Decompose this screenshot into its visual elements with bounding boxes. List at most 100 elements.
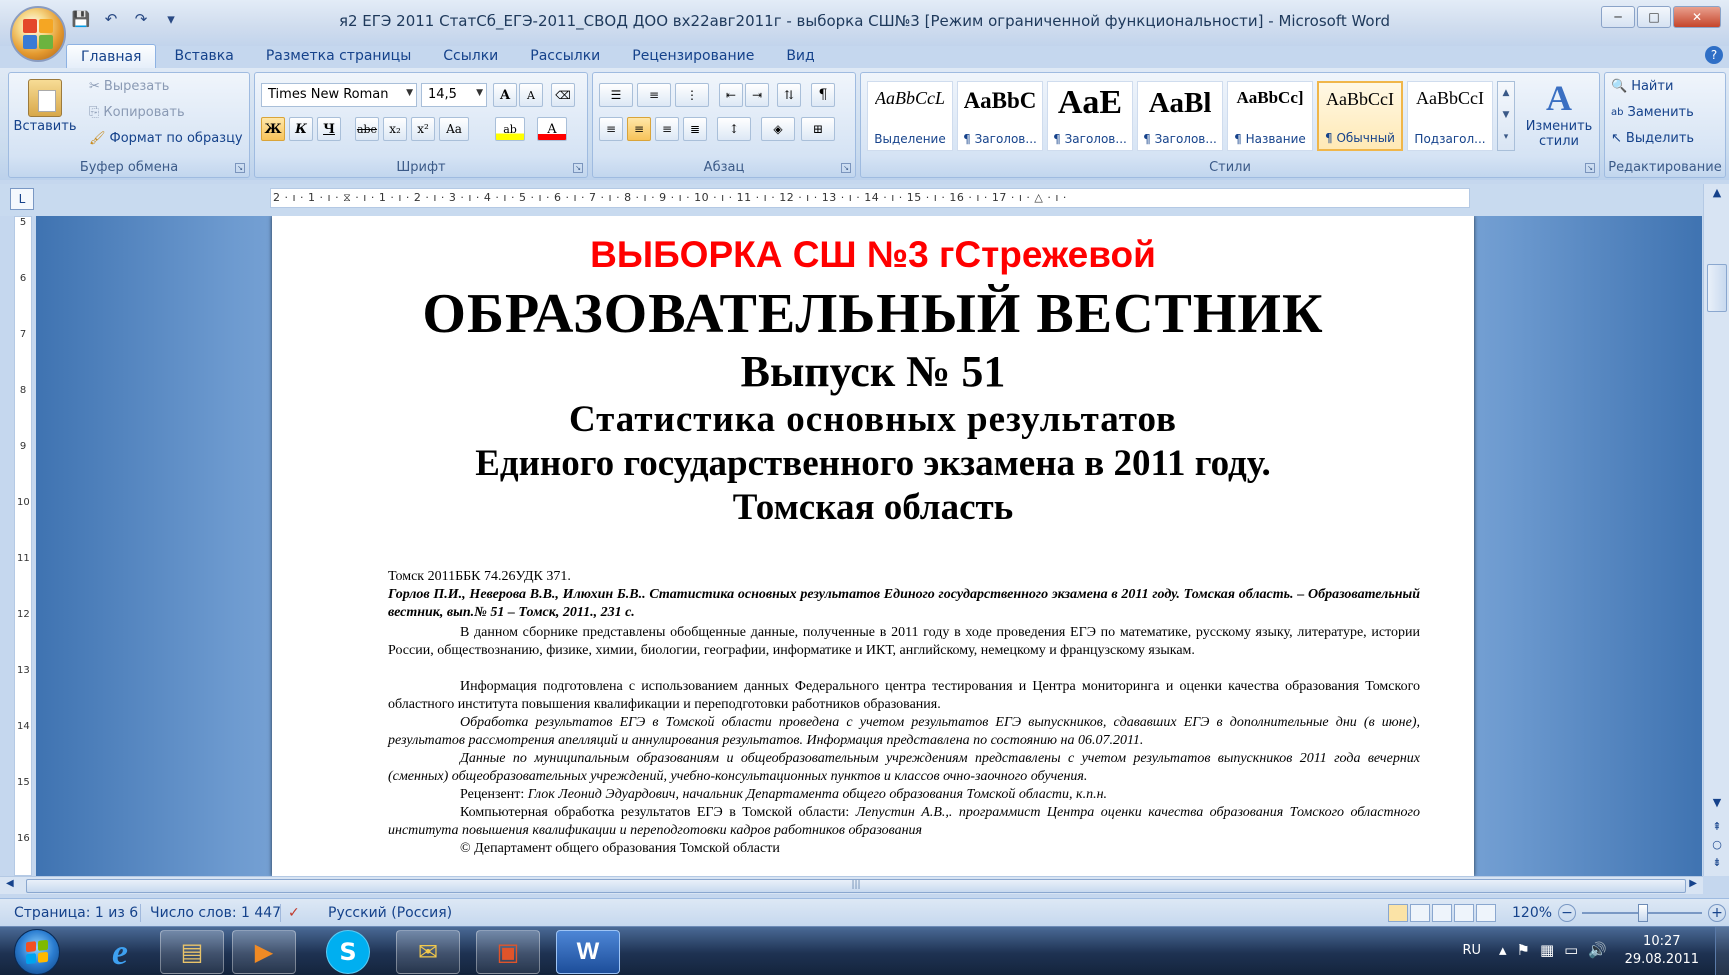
shrink-font-button[interactable]: A [519, 83, 543, 107]
full-screen-view-button[interactable] [1410, 904, 1430, 922]
change-case-button[interactable]: Aa [439, 117, 469, 141]
line-spacing-button[interactable]: ↕ [717, 117, 751, 141]
vertical-scrollbar[interactable]: ▲ ▼ ⇞ ○ ⇟ [1703, 184, 1729, 876]
browse-object-icon[interactable]: ○ [1704, 838, 1729, 851]
next-page-icon[interactable]: ⇟ [1704, 856, 1729, 869]
clear-format-button[interactable]: ⌫ [551, 83, 575, 107]
keyboard-language[interactable]: RU [1462, 943, 1481, 958]
document-page[interactable]: ВЫБОРКА СШ №3 гСтрежевой ОБРАЗОВАТЕЛЬНЫЙ… [272, 216, 1474, 876]
paragraph-launcher-icon[interactable]: ↘ [841, 163, 851, 173]
tab-insert[interactable]: Вставка [160, 44, 247, 70]
change-styles-button[interactable]: A Изменить стили [1521, 79, 1597, 149]
font-launcher-icon[interactable]: ↘ [573, 163, 583, 173]
zoom-out-button[interactable]: − [1558, 904, 1576, 922]
shading-button[interactable]: ◈ [761, 117, 795, 141]
zoom-slider-thumb[interactable] [1638, 904, 1648, 922]
style-emphasis[interactable]: AaBbCcL Выделение [867, 81, 953, 151]
tab-selector[interactable]: L [10, 188, 34, 210]
tab-mailings[interactable]: Рассылки [516, 44, 614, 70]
style-subtitle[interactable]: AaBbCcI Подзагол... [1407, 81, 1493, 151]
zoom-level[interactable]: 120% [1512, 905, 1552, 921]
network-icon[interactable]: ▦ [1540, 941, 1554, 959]
font-color-button[interactable]: A [537, 117, 567, 141]
vertical-ruler[interactable]: 5 6 7 8 9 10 11 12 13 14 15 16 [14, 216, 32, 876]
word-count[interactable]: Число слов: 1 447 [150, 905, 281, 921]
justify-button[interactable]: ≣ [683, 117, 707, 141]
close-button[interactable]: ✕ [1673, 6, 1721, 28]
bold-button[interactable]: Ж [261, 117, 285, 141]
vertical-scroll-thumb[interactable] [1707, 264, 1727, 312]
find-button[interactable]: 🔍 Найти [1611, 79, 1673, 94]
language-indicator[interactable]: Русский (Россия) [328, 905, 452, 921]
strikethrough-button[interactable]: abe [355, 117, 379, 141]
show-hidden-icon[interactable]: ▴ [1499, 941, 1507, 959]
font-name-combo[interactable]: Times New Roman ▼ [261, 83, 417, 107]
tab-page-layout[interactable]: Разметка страницы [252, 44, 425, 70]
scroll-up-icon[interactable]: ▲ [1704, 186, 1729, 199]
horizontal-scroll-thumb[interactable]: ||| [26, 879, 1686, 893]
bullets-button[interactable]: ☰ [599, 83, 633, 107]
select-button[interactable]: ↖ Выделить [1611, 131, 1694, 146]
display-icon[interactable]: ▭ [1564, 941, 1578, 959]
minimize-button[interactable]: ─ [1601, 6, 1635, 28]
zoom-in-button[interactable]: + [1708, 904, 1726, 922]
tab-references[interactable]: Ссылки [429, 44, 512, 70]
subscript-button[interactable]: x₂ [383, 117, 407, 141]
page-counter[interactable]: Страница: 1 из 6 [14, 905, 138, 921]
styles-launcher-icon[interactable]: ↘ [1585, 163, 1595, 173]
scroll-left-icon[interactable]: ◀ [6, 878, 14, 889]
increase-indent-button[interactable]: ⇥ [745, 83, 769, 107]
multilevel-list-button[interactable]: ⋮ [675, 83, 709, 107]
scroll-down-icon[interactable]: ▼ [1704, 796, 1729, 809]
start-button[interactable] [14, 929, 60, 975]
maximize-button[interactable]: □ [1637, 6, 1671, 28]
tab-view[interactable]: Вид [772, 44, 828, 70]
style-title[interactable]: AaBbCc] ¶ Название [1227, 81, 1313, 151]
style-heading-1[interactable]: AaBbC ¶ Заголов... [957, 81, 1043, 151]
paste-button[interactable]: Вставить [14, 79, 76, 134]
scroll-right-icon[interactable]: ▶ [1689, 878, 1697, 889]
skype-icon[interactable]: S [326, 930, 370, 974]
styles-gallery-scroll[interactable]: ▲ ▼ ▾ [1497, 81, 1515, 151]
tab-review[interactable]: Рецензирование [618, 44, 768, 70]
presentation-icon[interactable]: ▣ [476, 930, 540, 974]
prev-page-icon[interactable]: ⇞ [1704, 820, 1729, 833]
align-right-button[interactable]: ≡ [655, 117, 679, 141]
explorer-icon[interactable]: ▤ [160, 930, 224, 974]
spellcheck-icon[interactable]: ✓ [288, 905, 300, 921]
media-player-icon[interactable]: ▶ [232, 930, 296, 974]
show-desktop-button[interactable] [1715, 927, 1729, 975]
align-center-button[interactable]: ≡ [627, 117, 651, 141]
outline-view-button[interactable] [1454, 904, 1474, 922]
decrease-indent-button[interactable]: ⇤ [719, 83, 743, 107]
borders-button[interactable]: ⊞ [801, 117, 835, 141]
volume-icon[interactable]: 🔊 [1588, 941, 1607, 959]
copy-button[interactable]: ⎘ Копировать [89, 105, 185, 120]
cut-button[interactable]: ✂ Вырезать [89, 79, 169, 94]
print-layout-view-button[interactable] [1388, 904, 1408, 922]
sort-button[interactable]: ⇅ [777, 83, 801, 107]
underline-button[interactable]: Ч [317, 117, 341, 141]
align-left-button[interactable]: ≡ [599, 117, 623, 141]
internet-explorer-icon[interactable]: e [88, 930, 152, 974]
word-icon[interactable]: W [556, 930, 620, 974]
help-icon[interactable]: ? [1705, 46, 1723, 64]
outlook-icon[interactable]: ✉ [396, 930, 460, 974]
action-center-icon[interactable]: ⚑ [1516, 941, 1529, 959]
clock[interactable]: 10:27 29.08.2011 [1625, 933, 1699, 969]
font-size-combo[interactable]: 14,5 ▼ [421, 83, 487, 107]
style-heading-3[interactable]: AaBl ¶ Заголов... [1137, 81, 1223, 151]
highlight-button[interactable]: ab [495, 117, 525, 141]
format-painter-button[interactable]: 🖌 Формат по образцу [89, 131, 243, 146]
tab-home[interactable]: Главная [66, 44, 157, 70]
draft-view-button[interactable] [1476, 904, 1496, 922]
clipboard-launcher-icon[interactable]: ↘ [235, 163, 245, 173]
horizontal-ruler[interactable]: 2 · ı · 1 · ı · ⧖ · ı · 1 · ı · 2 · ı · … [270, 188, 1470, 208]
office-button[interactable] [10, 6, 66, 62]
show-marks-button[interactable]: ¶ [811, 83, 835, 107]
numbering-button[interactable]: ≡ [637, 83, 671, 107]
replace-button[interactable]: ab Заменить [1611, 105, 1694, 120]
web-layout-view-button[interactable] [1432, 904, 1452, 922]
superscript-button[interactable]: x² [411, 117, 435, 141]
style-heading-2[interactable]: AaE ¶ Заголов... [1047, 81, 1133, 151]
